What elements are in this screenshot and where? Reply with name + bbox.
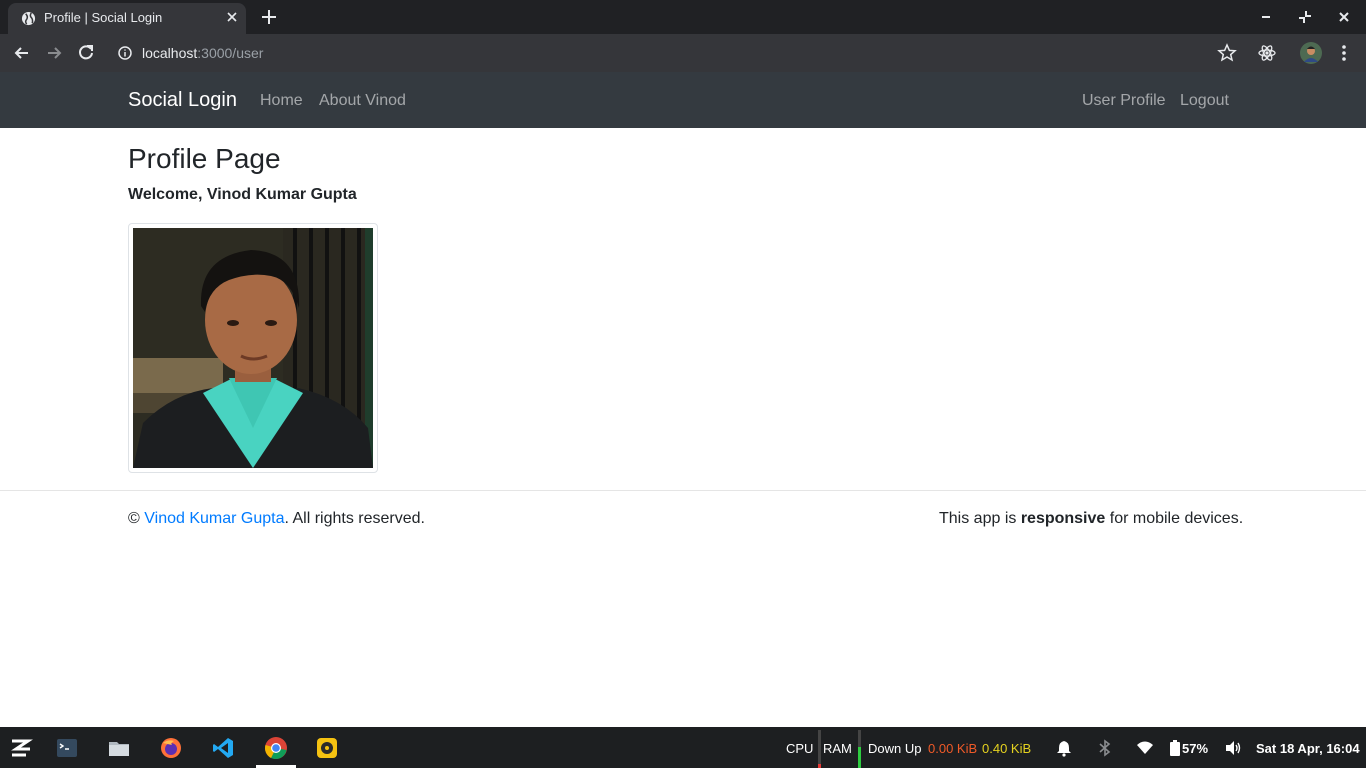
address-bar[interactable]: localhost:3000/user (108, 38, 1208, 68)
footer-responsive-note: This app is responsive for mobile device… (939, 510, 1243, 528)
site-navbar: Social Login Home About Vinod User Profi… (0, 72, 1366, 128)
zorin-menu-icon[interactable] (8, 735, 34, 761)
bluetooth-icon[interactable] (1097, 739, 1113, 757)
ram-label: RAM (823, 741, 852, 756)
screen: Profile | Social Login localhost:3000/us… (0, 0, 1366, 768)
firefox-icon[interactable] (160, 737, 182, 759)
cpu-meter (818, 730, 821, 768)
globe-icon (21, 11, 36, 26)
browser-tab[interactable]: Profile | Social Login (8, 3, 246, 34)
nav-link-logout[interactable]: Logout (1180, 92, 1229, 110)
net-down-value: 0.00 KiB (928, 741, 978, 756)
terminal-icon[interactable] (56, 737, 78, 759)
footer-divider (0, 490, 1366, 491)
battery-percent: 57% (1182, 741, 1209, 756)
nav-link-about[interactable]: About Vinod (319, 92, 406, 110)
os-taskbar: CPU RAM Down Up 0.00 KiB 0.40 KiB 57% Sa… (0, 727, 1366, 768)
net-up-value: 0.40 KiB (982, 741, 1032, 756)
note-pre: This app is (939, 510, 1021, 527)
notification-bell-icon[interactable] (1055, 739, 1073, 757)
forward-icon[interactable] (44, 43, 64, 63)
profile-avatar-icon[interactable] (1300, 42, 1322, 64)
react-devtools-icon[interactable] (1257, 43, 1277, 63)
ram-meter-fill (858, 747, 861, 768)
url-host: localhost (142, 45, 198, 61)
window-close-icon[interactable] (1336, 9, 1352, 25)
browser-tab-strip: Profile | Social Login (0, 0, 1366, 34)
info-icon[interactable] (118, 46, 132, 60)
cpu-meter-fill (818, 764, 821, 768)
volume-icon[interactable] (1224, 739, 1242, 757)
url-text: localhost:3000/user (142, 45, 263, 61)
bookmark-star-icon[interactable] (1217, 43, 1237, 63)
menu-kebab-icon[interactable] (1334, 43, 1354, 63)
note-bold: responsive (1020, 510, 1106, 527)
chrome-icon[interactable] (264, 736, 288, 760)
net-label: Down Up (868, 741, 922, 756)
profile-photo-image (133, 228, 373, 468)
files-icon[interactable] (108, 737, 130, 759)
restore-icon[interactable] (1297, 9, 1313, 25)
url-path: :3000/user (197, 45, 264, 61)
new-tab-icon[interactable] (260, 8, 278, 26)
vscode-icon[interactable] (212, 737, 234, 759)
footer-copyright: © Vinod Kumar Gupta. All rights reserved… (128, 510, 425, 528)
rhythmbox-icon[interactable] (316, 737, 338, 759)
author-link[interactable]: Vinod Kumar Gupta (144, 510, 284, 527)
tab-title: Profile | Social Login (44, 10, 163, 25)
clock[interactable]: Sat 18 Apr, 16:04 (1256, 741, 1360, 756)
browser-toolbar: localhost:3000/user (0, 34, 1366, 72)
nav-link-home[interactable]: Home (260, 92, 303, 110)
copyright-symbol: © (128, 510, 140, 527)
minimize-icon[interactable] (1258, 9, 1274, 25)
back-icon[interactable] (12, 43, 32, 63)
note-post: for mobile devices. (1105, 510, 1244, 527)
cpu-label: CPU (786, 741, 814, 756)
welcome-message: Welcome, Vinod Kumar Gupta (128, 186, 357, 203)
navbar-brand[interactable]: Social Login (128, 89, 237, 112)
rights-text: . All rights reserved. (284, 510, 425, 527)
close-icon[interactable] (224, 9, 240, 25)
page-title: Profile Page (128, 143, 281, 174)
reload-icon[interactable] (76, 43, 96, 63)
battery-icon[interactable] (1170, 740, 1180, 756)
profile-photo (128, 223, 378, 473)
wifi-icon[interactable] (1136, 740, 1154, 756)
nav-link-user-profile[interactable]: User Profile (1082, 92, 1166, 110)
